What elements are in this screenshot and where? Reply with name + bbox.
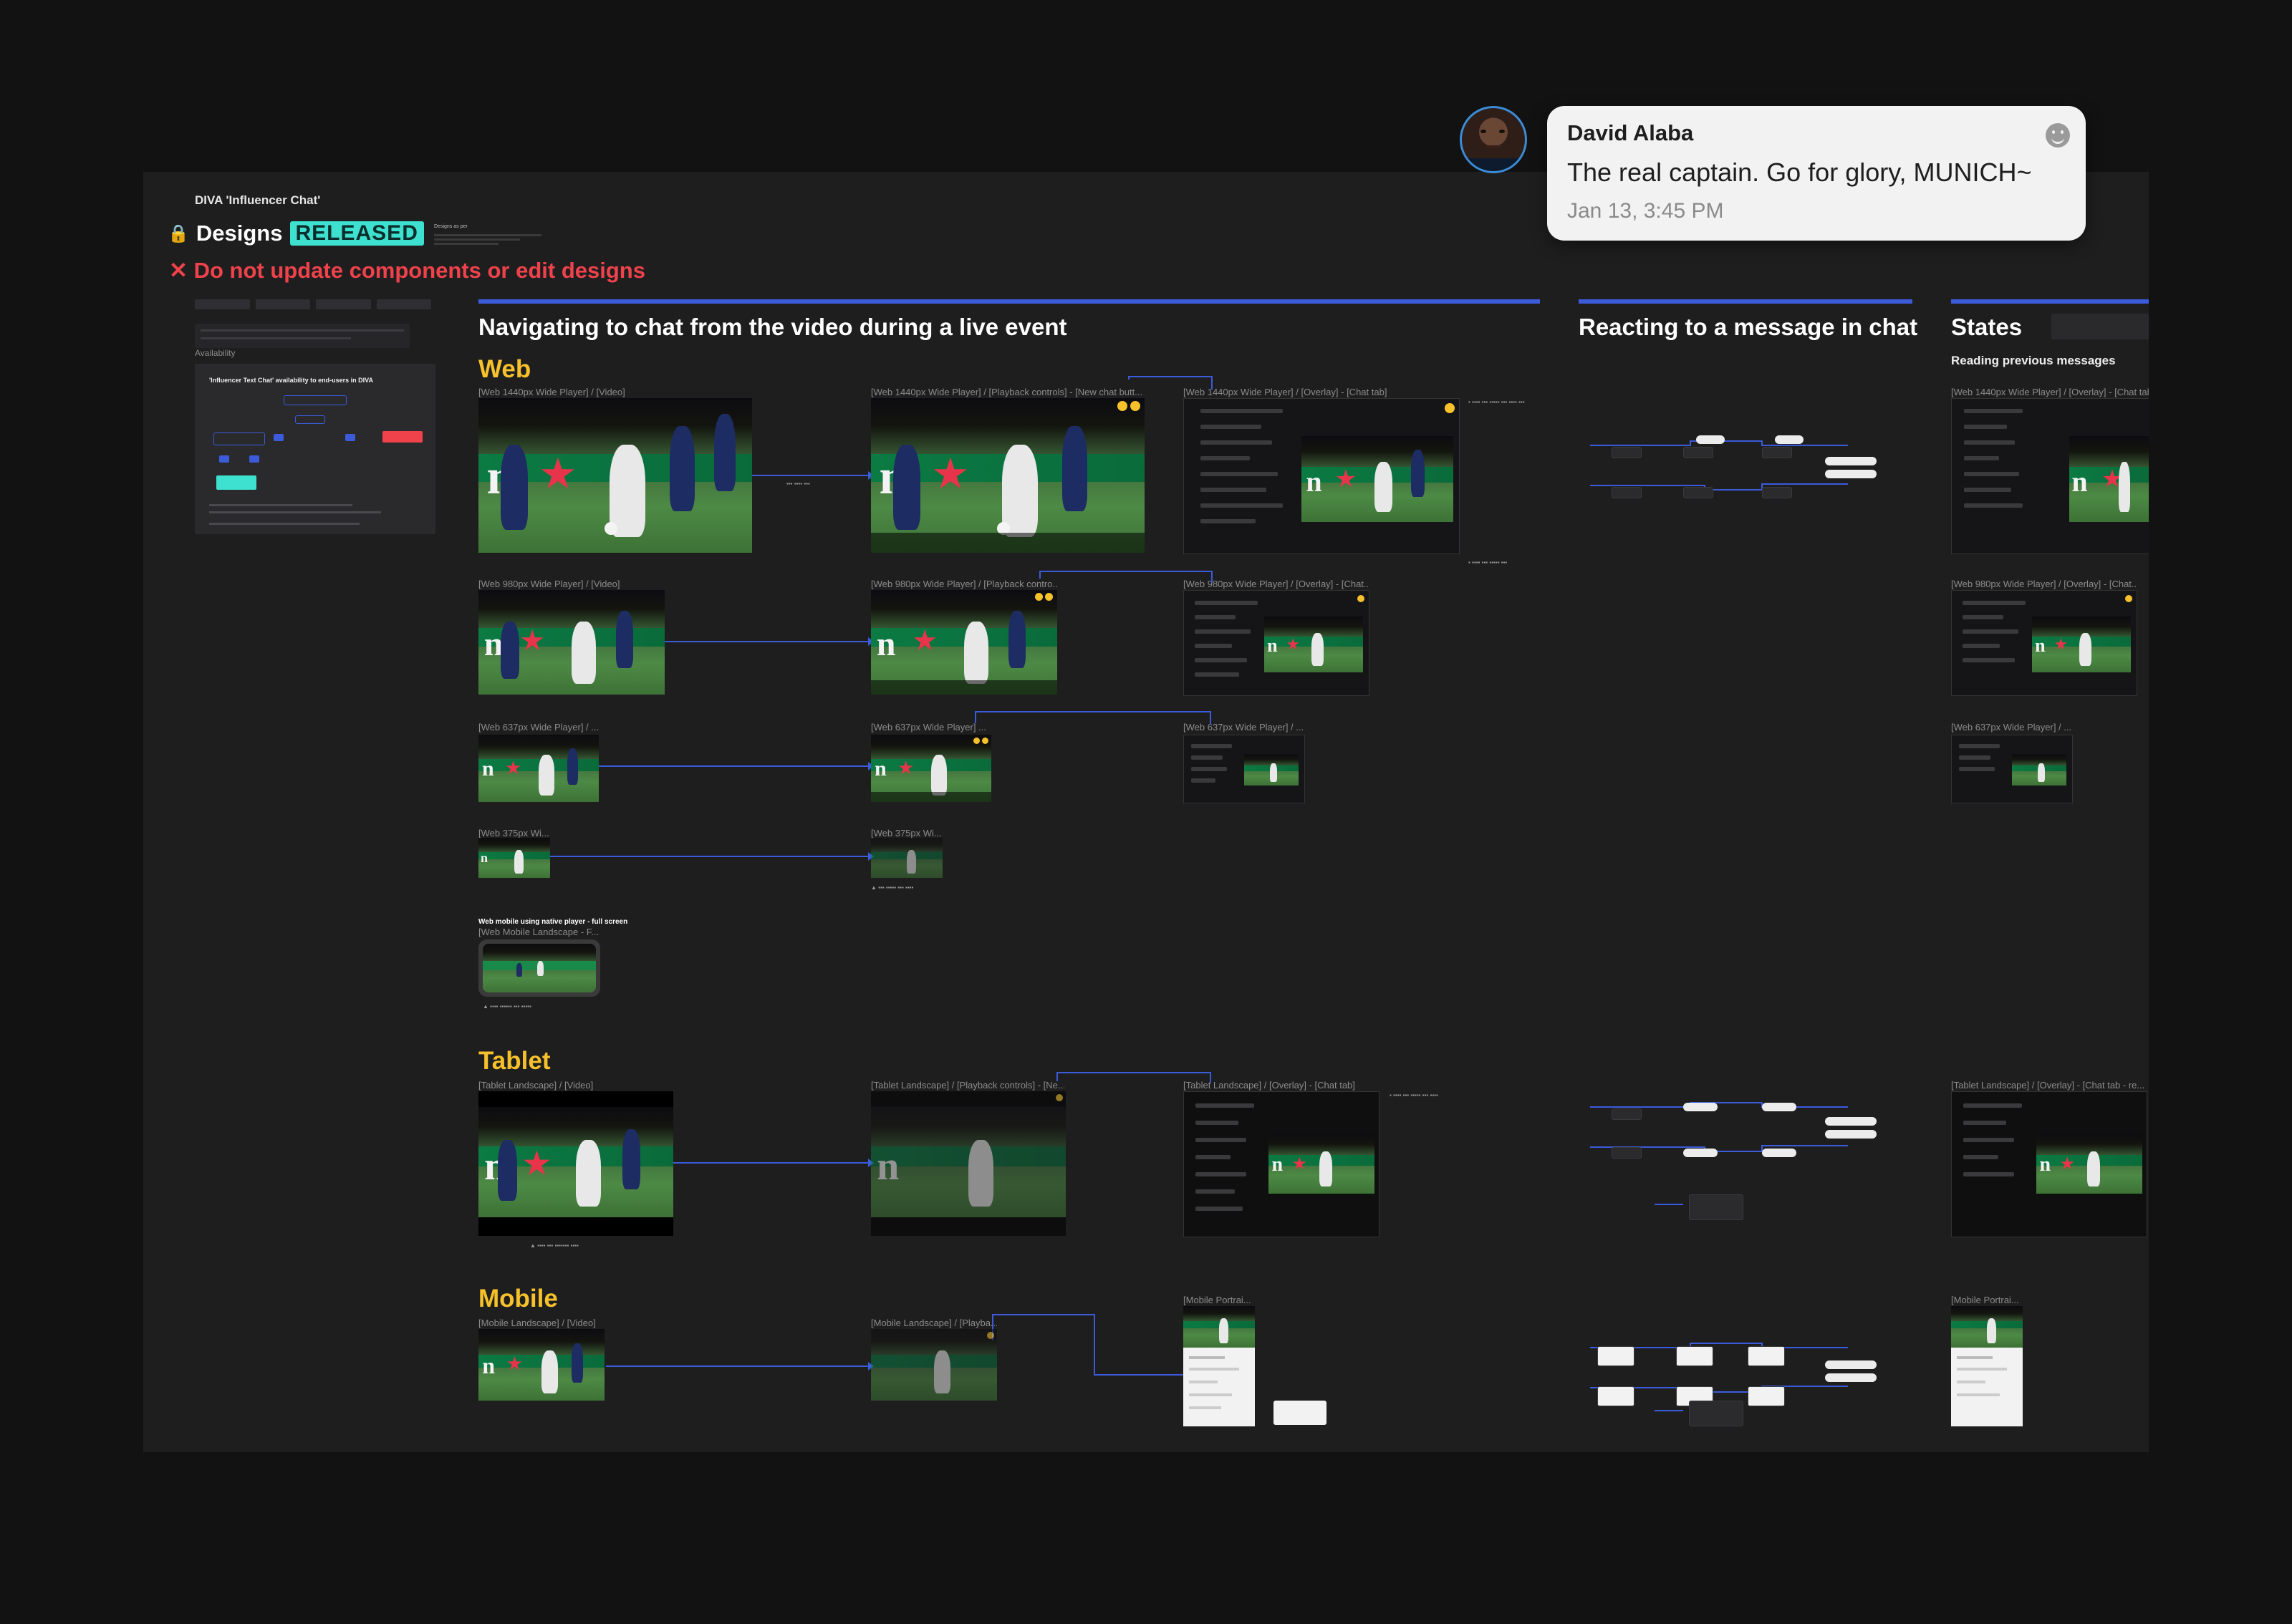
connector-line: [1039, 571, 1213, 583]
annotation: ▲ ▪▪▪ ▪▪▪▪▪ ▪▪▪ ▪▪▪▪: [871, 884, 914, 891]
state-frame[interactable]: n ★: [1951, 590, 2137, 696]
reaction-card: [1597, 1386, 1634, 1406]
user-avatar[interactable]: [1460, 106, 1527, 173]
video-frame[interactable]: n★: [478, 1329, 605, 1401]
mobile-chat-popup: [1273, 1401, 1326, 1425]
reaction-card: [1748, 1386, 1785, 1406]
chat-overlay-frame[interactable]: n ★: [1183, 1091, 1379, 1237]
reaction-card: [1612, 447, 1642, 458]
video-frame[interactable]: n★: [478, 590, 665, 695]
flow-connectors: [550, 376, 1848, 1411]
reaction-card: [1762, 447, 1792, 458]
chat-button[interactable]: [1130, 401, 1140, 411]
video-frame-controls[interactable]: [871, 838, 943, 878]
state-frame[interactable]: [1951, 735, 2073, 803]
video-frame-controls[interactable]: n: [871, 1091, 1066, 1236]
emoji-picker: [1775, 435, 1804, 444]
reaction-card: [1676, 1346, 1713, 1366]
emoji-picker: [1825, 1130, 1877, 1139]
video-frame[interactable]: n★: [478, 1091, 673, 1236]
reaction-card: [1612, 487, 1642, 498]
video-frame-controls[interactable]: n★: [871, 398, 1145, 553]
reaction-popover: [1689, 1194, 1743, 1220]
reaction-card: [1748, 1346, 1785, 1366]
emoji-picker: [1683, 1149, 1718, 1157]
emoji-picker: [1762, 1103, 1796, 1111]
emoji-picker: [1683, 1103, 1718, 1111]
state-frame-mobile[interactable]: [1951, 1306, 2023, 1426]
annotation: ▪ ▪▪▪▪ ▪▪▪ ▪▪▪▪▪ ▪▪▪ ▪▪▪▪: [1390, 1092, 1438, 1098]
chat-overlay-frame[interactable]: n ★: [1183, 398, 1460, 554]
chat-overlay-frame[interactable]: [1183, 735, 1305, 803]
video-frame-controls[interactable]: [871, 1329, 997, 1401]
connector-line: [1128, 376, 1213, 390]
reaction-card: [1612, 1147, 1642, 1159]
video-frame-controls[interactable]: n★: [871, 590, 1057, 695]
connector-line: [992, 1314, 1183, 1376]
state-frame[interactable]: n ★: [1951, 398, 2149, 554]
mobile-chat-frame[interactable]: [1183, 1306, 1255, 1426]
reaction-card: [1683, 487, 1713, 498]
connector-line: [975, 711, 1211, 725]
phone-frame[interactable]: [478, 939, 600, 997]
annotation: ▲ ▪▪▪▪ ▪▪▪▪▪▪ ▪▪▪ ▪▪▪▪▪: [483, 1003, 531, 1010]
video-frame-controls[interactable]: n★: [871, 735, 991, 802]
emoji-picker: [1825, 457, 1877, 465]
annotation: ▲ ▪▪▪▪ ▪▪▪ ▪▪▪▪▪▪▪ ▪▪▪▪: [530, 1242, 579, 1249]
emoji-picker: [1825, 470, 1877, 478]
reaction-card: [1597, 1346, 1634, 1366]
annotation: ▪ ▪▪▪▪ ▪▪▪ ▪▪▪▪▪ ▪▪▪ ▪▪▪▪ ▪▪▪: [1468, 399, 1525, 405]
comment-timestamp: Jan 13, 3:45 PM: [1567, 199, 1724, 223]
video-frame[interactable]: n★: [478, 735, 599, 802]
emoji-picker: [1825, 1373, 1877, 1382]
flow-note: ▪▪▪ ▪▪▪▪ ▪▪▪: [786, 480, 810, 487]
chat-overlay-frame[interactable]: n ★: [1183, 590, 1369, 696]
connector-line: [1056, 1072, 1211, 1083]
video-frame[interactable]: n★: [478, 398, 752, 553]
reaction-card: [1612, 1108, 1642, 1120]
state-frame[interactable]: n ★: [1951, 1091, 2147, 1237]
emoji-picker: [1696, 435, 1725, 444]
reaction-card: [1762, 487, 1792, 498]
emoji-picker: [1762, 1149, 1796, 1157]
connector-line: [1590, 1102, 1848, 1108]
comment-author: David Alaba: [1567, 120, 1694, 145]
emoji-picker: [1825, 1117, 1877, 1126]
design-canvas[interactable]: DIVA 'Influencer Chat' 🔒 Designs RELEASE…: [143, 172, 2149, 1452]
reaction-card: [1683, 447, 1713, 458]
reaction-popover: [1689, 1401, 1743, 1426]
emoji-reaction-icon[interactable]: [2046, 123, 2070, 148]
video-frame[interactable]: n: [478, 838, 550, 878]
comment-message: The real captain. Go for glory, MUNICH~: [1567, 158, 2032, 187]
annotation: ▪ ▪▪▪▪ ▪▪▪ ▪▪▪▪▪ ▪▪▪: [1468, 559, 1508, 566]
chat-button[interactable]: [1117, 401, 1127, 411]
emoji-picker: [1825, 1360, 1877, 1369]
comment-bubble[interactable]: David Alaba The real captain. Go for glo…: [1547, 106, 2086, 241]
